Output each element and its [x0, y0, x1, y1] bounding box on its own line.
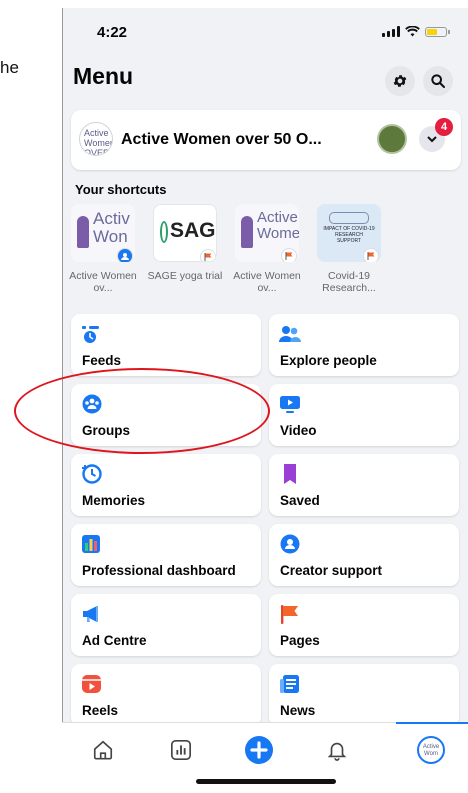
tab-create[interactable]	[242, 733, 276, 767]
status-icons	[382, 26, 450, 37]
active-tab-indicator	[396, 722, 468, 724]
menu-item-label: Memories	[82, 493, 146, 508]
menu-item-label: Ad Centre	[82, 633, 147, 648]
shortcut-label: Covid-19 Research...	[322, 270, 376, 294]
menu-item-label: Pages	[280, 633, 320, 648]
profile-avatar: Active Women OVER	[79, 122, 113, 156]
menu-item-label: Creator support	[280, 563, 383, 578]
shortcut-thumbnail: IMPACT OF COVID-19 RESEARCH SUPPORT	[317, 204, 381, 262]
menu-item-feeds[interactable]: Feeds	[71, 314, 261, 376]
memories-icon	[82, 464, 102, 484]
home-icon	[93, 740, 113, 760]
settings-button[interactable]	[385, 66, 415, 96]
status-time: 4:22	[97, 24, 128, 41]
search-button[interactable]	[423, 66, 453, 96]
group-flag-icon	[117, 248, 133, 262]
menu-item-label: Saved	[280, 493, 320, 508]
profile-tab-avatar: Active Wom	[417, 736, 445, 764]
menu-item-label: Explore people	[280, 353, 377, 368]
menu-item-explore-people[interactable]: Explore people	[269, 314, 459, 376]
menu-item-label: News	[280, 703, 316, 718]
flag-icon	[281, 248, 297, 262]
wifi-icon	[405, 26, 420, 37]
plus-circle-icon	[245, 736, 273, 764]
shortcut-thumb-text: IMPACT OF COVID-19 RESEARCH SUPPORT	[323, 226, 375, 244]
shortcuts-row: Activ Won Active Women ov... SAG SAGE yo…	[69, 204, 468, 304]
dashboard-tab-icon	[171, 740, 191, 760]
shortcut-thumbnail: SAG	[153, 204, 217, 262]
page-text-fragment: he	[0, 58, 19, 77]
menu-item-saved[interactable]: Saved	[269, 454, 459, 516]
menu-item-memories[interactable]: Memories	[71, 454, 261, 516]
megaphone-icon	[83, 606, 98, 622]
menu-item-professional-dashboard[interactable]: Professional dashboard	[71, 524, 261, 586]
shortcut-label: Active Women ov...	[233, 270, 301, 294]
dashboard-icon	[82, 535, 100, 553]
shortcut-thumbnail: Active Wome	[235, 204, 299, 262]
feeds-icon	[82, 326, 99, 343]
bell-icon	[327, 742, 347, 761]
menu-item-pages[interactable]: Pages	[269, 594, 459, 656]
battery-icon	[425, 26, 450, 37]
shortcut-thumb-text: Activ Won	[93, 209, 130, 246]
menu-item-news[interactable]: News	[269, 664, 459, 726]
page-title: Menu	[73, 63, 134, 89]
tab-dashboard[interactable]	[164, 733, 198, 767]
menu-item-label: Reels	[82, 703, 119, 718]
menu-item-creator-support[interactable]: Creator support	[269, 524, 459, 586]
menu-item-video[interactable]: Video	[269, 384, 459, 446]
search-icon	[431, 74, 445, 88]
bottom-tab-bar: Active Wom	[62, 722, 468, 793]
gear-icon	[393, 75, 407, 87]
tab-menu-profile[interactable]: Active Wom	[414, 733, 448, 767]
tab-home[interactable]	[86, 733, 120, 767]
shortcut-thumb-text: SAG	[170, 219, 216, 242]
people-icon	[279, 326, 301, 342]
menu-header: Menu	[63, 60, 468, 100]
video-icon	[280, 396, 300, 413]
menu-item-label: Video	[280, 423, 317, 438]
flag-icon	[200, 249, 216, 261]
status-bar: 4:22	[63, 8, 468, 52]
flag-icon	[363, 248, 379, 262]
other-profile-avatar[interactable]	[377, 124, 407, 154]
bookmark-icon	[284, 464, 296, 484]
annotation-circle	[14, 368, 270, 454]
shortcuts-heading: Your shortcuts	[75, 182, 167, 197]
notification-badge: 4	[435, 118, 453, 136]
menu-item-reels[interactable]: Reels	[71, 664, 261, 726]
menu-item-label: Professional dashboard	[82, 563, 236, 578]
tab-notifications[interactable]	[320, 733, 354, 767]
shortcut-thumb-text: Active Wome	[257, 209, 299, 242]
menu-item-ad-centre[interactable]: Ad Centre	[71, 594, 261, 656]
cellular-signal-icon	[382, 26, 400, 37]
news-icon	[280, 675, 299, 693]
shortcut-label: SAGE yoga trial	[147, 270, 223, 282]
flag-icon	[281, 605, 298, 624]
menu-item-label: Feeds	[82, 353, 122, 368]
shortcut-label: Active Women ov...	[69, 270, 137, 294]
chevron-down-icon	[427, 136, 437, 143]
reels-icon	[82, 675, 101, 693]
profile-card[interactable]: Active Women OVER Active Women over 50 O…	[71, 110, 461, 170]
profile-name: Active Women over 50 O...	[121, 131, 322, 148]
home-indicator	[196, 779, 336, 784]
creator-support-icon	[280, 534, 300, 554]
shortcut-thumbnail: Activ Won	[71, 204, 135, 262]
